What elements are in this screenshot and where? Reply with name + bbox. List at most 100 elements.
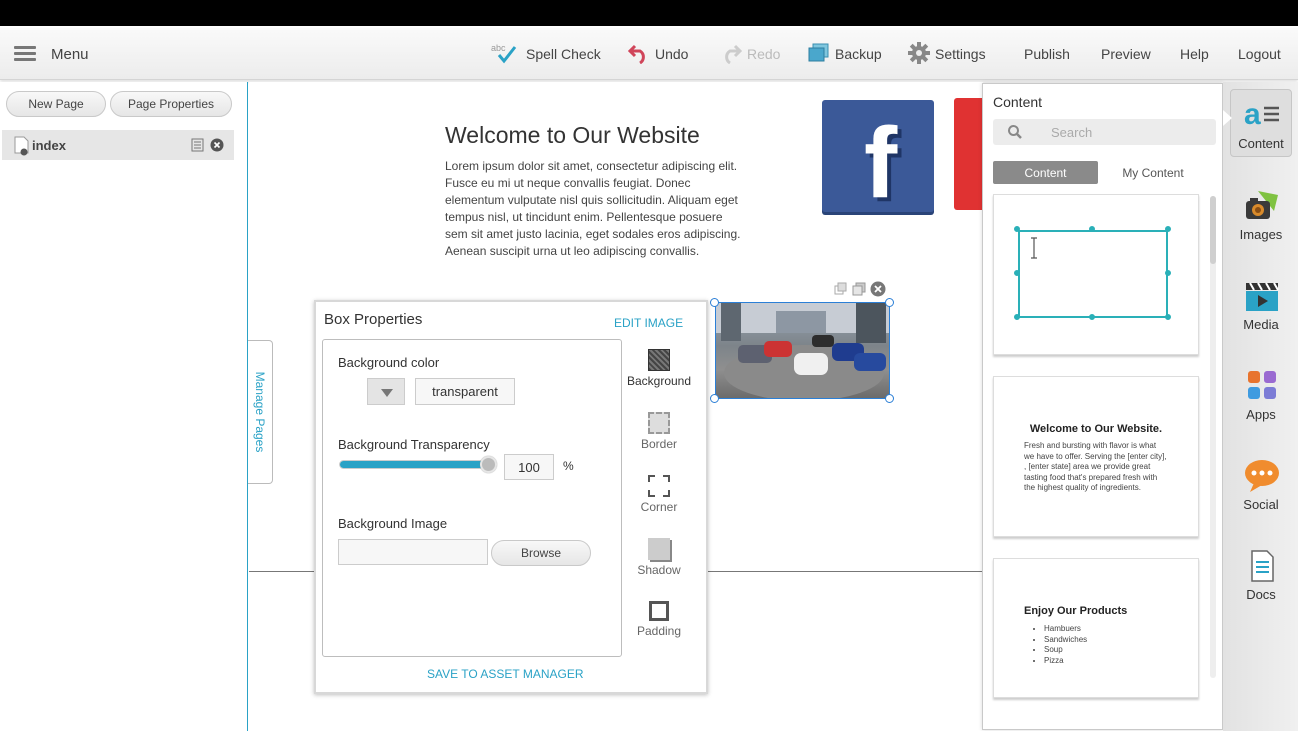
rail-label: Apps: [1246, 407, 1276, 422]
background-color-value: transparent: [432, 384, 498, 399]
menu-button[interactable]: Menu: [14, 28, 89, 80]
tab-my-content[interactable]: My Content: [1103, 161, 1203, 184]
settings-label: Settings: [935, 46, 986, 62]
window-top-bar: [0, 0, 1298, 26]
content-thumb-textbox[interactable]: [993, 194, 1199, 355]
percent-unit: %: [563, 459, 574, 473]
page-properties-button[interactable]: Page Properties: [110, 91, 232, 117]
redo-button[interactable]: Redo: [720, 28, 780, 80]
backup-label: Backup: [835, 46, 882, 62]
transparency-input[interactable]: 100: [504, 454, 554, 480]
rail-item-social[interactable]: Social: [1230, 449, 1292, 517]
help-button[interactable]: Help: [1180, 28, 1209, 80]
cars-image[interactable]: [715, 302, 890, 399]
backup-button[interactable]: Backup: [808, 28, 882, 80]
browse-button[interactable]: Browse: [491, 540, 591, 566]
undo-icon: [627, 42, 650, 67]
content-thumb-welcome[interactable]: Welcome to Our Website. Fresh and bursti…: [993, 376, 1199, 537]
rail-item-apps[interactable]: Apps: [1230, 359, 1292, 427]
page-title[interactable]: Welcome to Our Website: [445, 122, 700, 149]
color-picker-dropdown[interactable]: [367, 378, 405, 405]
thumb-handle: [1165, 226, 1171, 232]
resize-handle-ne[interactable]: [885, 298, 894, 307]
preview-button[interactable]: Preview: [1101, 28, 1151, 80]
dialog-title: Box Properties: [324, 311, 423, 328]
tab-my-content-label: My Content: [1122, 165, 1184, 180]
content-thumb-products[interactable]: Enjoy Our Products Hambuers Sandwiches S…: [993, 558, 1199, 698]
content-panel-title: Content: [993, 94, 1043, 110]
logout-button[interactable]: Logout: [1238, 28, 1281, 80]
page-icon: [14, 136, 29, 156]
resize-handle-se[interactable]: [885, 394, 894, 403]
copy-icon[interactable]: [852, 282, 866, 301]
transparency-slider[interactable]: [339, 456, 497, 473]
toolbar: Menu abc Spell Check Undo Redo Backup Se…: [0, 28, 1298, 80]
tab-content[interactable]: Content: [993, 161, 1098, 184]
background-swatch-icon: [648, 349, 670, 371]
manage-pages-tab[interactable]: Manage Pages: [248, 340, 273, 484]
edit-image-link[interactable]: EDIT IMAGE: [614, 316, 683, 330]
close-icon[interactable]: [870, 281, 886, 302]
resize-handle-sw[interactable]: [710, 394, 719, 403]
transparency-value: 100: [518, 459, 540, 475]
background-image-field[interactable]: [338, 539, 488, 565]
thumb-welcome-title: Welcome to Our Website.: [1029, 423, 1163, 435]
slider-thumb[interactable]: [480, 456, 497, 473]
gear-icon: [908, 41, 930, 67]
resize-handle-nw[interactable]: [710, 298, 719, 307]
list-item: Hambuers: [1044, 624, 1198, 635]
save-to-asset-manager-link[interactable]: SAVE TO ASSET MANAGER: [427, 667, 584, 681]
right-rail: a Content Images Media Apps Social Docs: [1223, 82, 1298, 731]
undo-label: Undo: [655, 46, 689, 62]
backup-icon: [808, 43, 830, 66]
scrollbar-thumb[interactable]: [1210, 196, 1216, 264]
padding-option[interactable]: Padding: [619, 601, 699, 638]
preview-label: Preview: [1101, 46, 1151, 62]
thumb-handle: [1089, 314, 1095, 320]
rail-label: Images: [1239, 227, 1283, 242]
clapperboard-icon: [1244, 279, 1279, 313]
background-option[interactable]: Background: [619, 349, 699, 388]
publish-button[interactable]: Publish: [1024, 28, 1070, 80]
spell-check-label: Spell Check: [526, 46, 601, 62]
manage-pages-label: Manage Pages: [253, 371, 267, 453]
page-body-text[interactable]: Lorem ipsum dolor sit amet, consectetur …: [445, 158, 743, 260]
content-scrollbar[interactable]: [1210, 196, 1216, 678]
redo-label: Redo: [747, 46, 781, 62]
settings-button[interactable]: Settings: [908, 28, 986, 80]
publish-label: Publish: [1024, 46, 1070, 62]
box-properties-dialog: Box Properties EDIT IMAGE Background col…: [314, 300, 708, 694]
rail-label: Docs: [1246, 587, 1276, 602]
rail-item-content[interactable]: a Content: [1230, 89, 1292, 157]
svg-text:abc: abc: [491, 43, 506, 53]
spell-check-button[interactable]: abc Spell Check: [491, 28, 601, 80]
undo-button[interactable]: Undo: [627, 28, 689, 80]
rail-item-media[interactable]: Media: [1230, 269, 1292, 337]
rail-item-images[interactable]: Images: [1230, 179, 1292, 247]
thumb-handle: [1014, 270, 1020, 276]
background-color-label: Background color: [338, 355, 440, 370]
rail-label: Media: [1243, 317, 1279, 332]
svg-text:a: a: [1244, 98, 1261, 131]
border-option[interactable]: Border: [619, 412, 699, 451]
facebook-icon[interactable]: f: [822, 100, 934, 212]
search-input[interactable]: Search: [993, 119, 1216, 145]
chevron-down-icon: [381, 389, 393, 397]
thumb-handle: [1165, 270, 1171, 276]
tab-content-label: Content: [1024, 165, 1067, 180]
page-delete-icon[interactable]: [210, 138, 224, 157]
thumb-products-list: Hambuers Sandwiches Soup Pizza: [1024, 624, 1198, 666]
new-page-button[interactable]: New Page: [6, 91, 106, 117]
shadow-icon: [648, 538, 670, 560]
shadow-option[interactable]: Shadow: [619, 538, 699, 577]
page-list-item[interactable]: index: [2, 130, 234, 160]
hamburger-icon: [14, 46, 36, 62]
duplicate-icon[interactable]: [834, 282, 848, 301]
page-settings-icon[interactable]: [191, 138, 205, 157]
rail-item-docs[interactable]: Docs: [1230, 539, 1292, 607]
rail-label: Content: [1238, 136, 1284, 151]
search-icon: [1007, 124, 1023, 145]
background-color-field[interactable]: transparent: [415, 378, 515, 405]
page-name: index: [32, 137, 66, 153]
corner-option[interactable]: Corner: [619, 475, 699, 514]
